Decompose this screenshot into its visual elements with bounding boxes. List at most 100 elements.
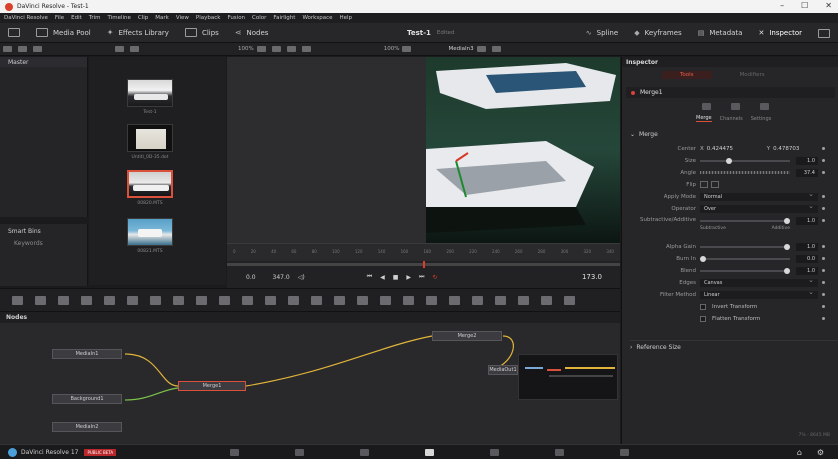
- list-view-icon[interactable]: [3, 46, 12, 52]
- menu-mark[interactable]: Mark: [155, 15, 169, 21]
- keyframe-dot[interactable]: [822, 245, 825, 248]
- transform-tool-icon[interactable]: [242, 295, 253, 305]
- playhead[interactable]: [423, 261, 425, 268]
- channels-icon[interactable]: [286, 46, 296, 52]
- merge-tab-icon[interactable]: [702, 103, 711, 110]
- node-mediaout1[interactable]: MediaOut1: [488, 365, 518, 375]
- keyframe-dot[interactable]: [822, 293, 825, 296]
- sort-icon[interactable]: [33, 46, 42, 52]
- node-mediain1[interactable]: MediaIn1: [52, 349, 122, 359]
- resize-tool-icon[interactable]: [288, 295, 299, 305]
- go-to-start-icon[interactable]: ⏮: [367, 273, 372, 281]
- sub-add-value[interactable]: 1.0: [796, 217, 818, 225]
- camera-tool-icon[interactable]: [449, 295, 460, 305]
- subtab-settings[interactable]: Settings: [751, 116, 772, 122]
- drop-tool-icon[interactable]: [196, 295, 207, 305]
- sub-add-control[interactable]: Subtractive Additive: [700, 215, 790, 233]
- menu-fusion[interactable]: Fusion: [227, 15, 245, 21]
- planar-tool-icon[interactable]: [426, 295, 437, 305]
- media-page-icon[interactable]: [230, 448, 239, 456]
- scrub-bar[interactable]: [227, 261, 620, 268]
- keyframe-dot[interactable]: [822, 317, 825, 320]
- crop-tool-icon[interactable]: [265, 295, 276, 305]
- alpha-gain-value[interactable]: 1.0: [796, 242, 818, 251]
- stop-icon[interactable]: ■: [393, 274, 399, 281]
- paint-tool-icon[interactable]: [35, 295, 46, 305]
- ellipse-tool-icon[interactable]: [334, 295, 345, 305]
- tab-tools[interactable]: Tools: [662, 71, 712, 79]
- merge3d-tool-icon[interactable]: [541, 295, 552, 305]
- blend-slider[interactable]: [700, 267, 790, 274]
- fullscreen-button[interactable]: [810, 23, 838, 43]
- channels-tab-icon[interactable]: [731, 103, 740, 110]
- keyframe-dot[interactable]: [822, 269, 825, 272]
- nodes-panel[interactable]: Nodes MediaIn1 Background1 Merge1 Merge2…: [0, 312, 620, 444]
- menu-workspace[interactable]: Workspace: [302, 15, 332, 21]
- menu-trim[interactable]: Trim: [89, 15, 101, 21]
- particles-tool-icon[interactable]: [173, 295, 184, 305]
- filter-icon[interactable]: [130, 46, 139, 52]
- menu-playback[interactable]: Playback: [196, 15, 221, 21]
- alpha-gain-slider[interactable]: [700, 243, 790, 250]
- burn-in-value[interactable]: 0.0: [796, 254, 818, 263]
- out-time[interactable]: 347.0: [273, 274, 290, 281]
- node-mediain2[interactable]: MediaIn2: [52, 422, 122, 432]
- tracker-tool-icon[interactable]: [403, 295, 414, 305]
- time-ruler[interactable]: 0 20 40 60 80 100 120 140 160 180 200 22…: [227, 243, 620, 261]
- clips-button[interactable]: Clips: [177, 23, 227, 43]
- reference-size-section[interactable]: › Reference Size: [630, 340, 838, 351]
- center-x-value[interactable]: 0.424475: [707, 146, 767, 152]
- invert-transform-checkbox[interactable]: [700, 303, 706, 310]
- viewer[interactable]: [227, 57, 620, 243]
- size-slider[interactable]: [700, 157, 790, 164]
- right-zoom-value[interactable]: 100%: [384, 46, 400, 52]
- keyframe-dot[interactable]: [822, 159, 825, 162]
- settings-tab-icon[interactable]: [760, 103, 769, 110]
- node-merge1[interactable]: Merge1: [178, 381, 246, 391]
- spline-button[interactable]: ∿ Spline: [578, 23, 626, 43]
- viewer2-options-icon[interactable]: [402, 46, 412, 52]
- brush-tool-icon[interactable]: [81, 295, 92, 305]
- grid-view-icon[interactable]: [18, 46, 27, 52]
- clip-item[interactable]: Untitl_0D-35.dot: [127, 124, 173, 160]
- edges-dropdown[interactable]: Canvas: [700, 276, 818, 287]
- menu-color[interactable]: Color: [252, 15, 266, 21]
- subtab-channels[interactable]: Channels: [720, 116, 743, 122]
- node-navigator[interactable]: [518, 354, 618, 400]
- clip-item[interactable]: 00821.MTS: [127, 218, 173, 254]
- menu-edit[interactable]: Edit: [71, 15, 82, 21]
- filter-method-dropdown[interactable]: Linear: [700, 288, 818, 299]
- current-time[interactable]: 173.0: [582, 273, 602, 281]
- merge-tool-icon[interactable]: [150, 295, 161, 305]
- close-button[interactable]: ✕: [825, 1, 832, 10]
- size-value[interactable]: 1.0: [796, 156, 818, 165]
- merge-section-header[interactable]: ⌄ Merge: [630, 131, 658, 138]
- background-tool-icon[interactable]: [12, 295, 23, 305]
- center-y-value[interactable]: 0.478703: [773, 146, 799, 152]
- audio-icon[interactable]: ◁): [298, 274, 305, 281]
- render3d-tool-icon[interactable]: [518, 295, 529, 305]
- keywords-bin[interactable]: Keywords: [0, 235, 87, 247]
- fog-tool-icon[interactable]: [564, 295, 575, 305]
- deliver-page-icon[interactable]: [620, 448, 629, 456]
- settings-icon[interactable]: ⚙: [817, 448, 824, 457]
- viewer2-channels-icon[interactable]: [476, 46, 486, 52]
- keyframe-dot[interactable]: [822, 147, 825, 150]
- color-page-icon[interactable]: [490, 448, 499, 456]
- inspector-button[interactable]: ✕ Inspector: [750, 23, 810, 43]
- clip-item[interactable]: Test-1: [127, 79, 173, 115]
- operator-dropdown[interactable]: Over: [700, 202, 818, 213]
- nodes-button[interactable]: ⋖ Nodes: [227, 23, 277, 43]
- polygon-tool-icon[interactable]: [357, 295, 368, 305]
- menu-clip[interactable]: Clip: [138, 15, 148, 21]
- burn-in-slider[interactable]: [700, 255, 790, 262]
- keyframe-dot[interactable]: [822, 171, 825, 174]
- minimize-button[interactable]: –: [780, 1, 784, 10]
- flip-horizontal-button[interactable]: [700, 181, 708, 188]
- metadata-button[interactable]: ▤ Metadata: [690, 23, 751, 43]
- blur-tool-icon[interactable]: [104, 295, 115, 305]
- roi-icon[interactable]: [271, 46, 281, 52]
- fairlight-page-icon[interactable]: [555, 448, 564, 456]
- lut-icon[interactable]: [301, 46, 311, 52]
- menu-view[interactable]: View: [176, 15, 189, 21]
